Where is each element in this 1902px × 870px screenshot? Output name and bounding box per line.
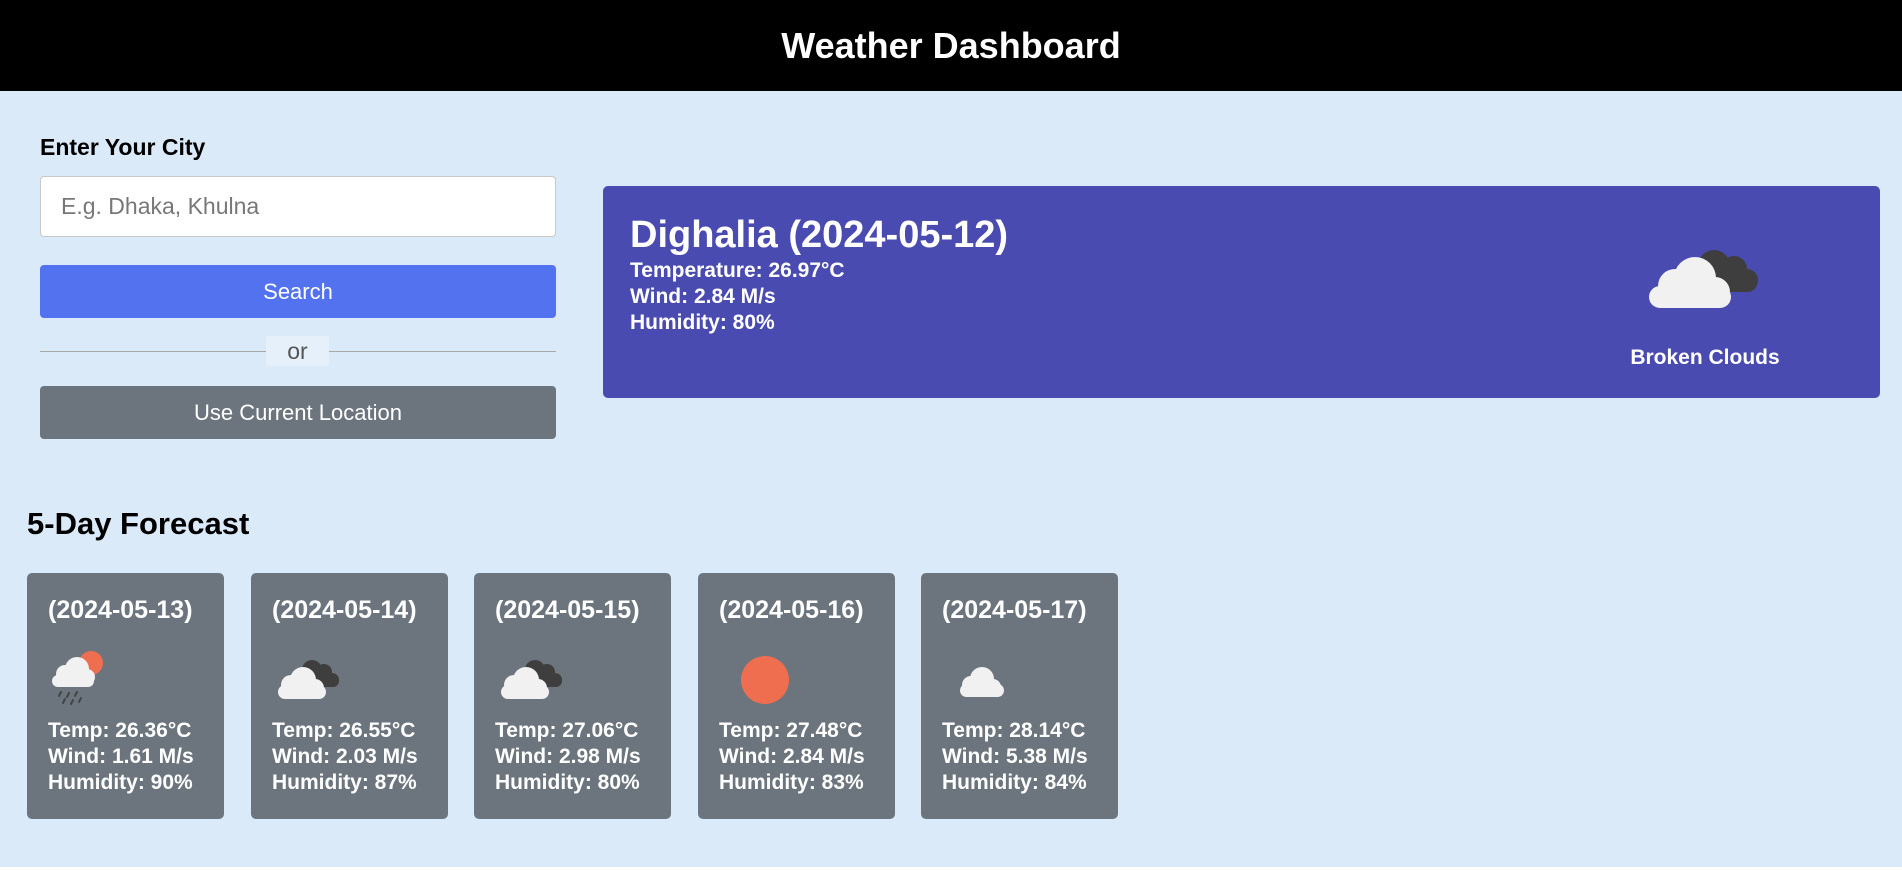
forecast-card: (2024-05-17) Temp: 28.14°C Wind: 5.38 M/…	[921, 573, 1118, 819]
broken-clouds-icon	[278, 660, 339, 699]
forecast-details: Temp: 27.06°C Wind: 2.98 M/s Humidity: 8…	[495, 718, 641, 796]
forecast-temp: Temp: 26.55°C	[272, 719, 416, 742]
or-separator: or	[266, 336, 329, 366]
forecast-card: (2024-05-16) Temp: 27.48°C Wind: 2.84 M/…	[698, 573, 895, 819]
forecast-details: Temp: 26.36°C Wind: 1.61 M/s Humidity: 9…	[48, 718, 194, 796]
forecast-details: Temp: 27.48°C Wind: 2.84 M/s Humidity: 8…	[719, 718, 865, 796]
forecast-humidity: Humidity: 87%	[272, 771, 417, 794]
forecast-title: 5-Day Forecast	[27, 506, 250, 541]
forecast-date: (2024-05-14)	[272, 596, 417, 624]
forecast-wind: Wind: 1.61 M/s	[48, 745, 194, 768]
use-current-location-button[interactable]: Use Current Location	[40, 386, 556, 439]
current-weather-description: Broken Clouds	[1630, 346, 1780, 369]
current-temperature: Temperature: 26.97°C	[630, 259, 845, 282]
current-humidity: Humidity: 80%	[630, 311, 775, 334]
current-wind: Wind: 2.84 M/s	[630, 285, 776, 308]
forecast-humidity: Humidity: 90%	[48, 771, 193, 794]
forecast-temp: Temp: 27.06°C	[495, 719, 639, 742]
clear-sun-icon	[741, 656, 789, 704]
forecast-wind: Wind: 2.84 M/s	[719, 745, 865, 768]
forecast-date: (2024-05-13)	[48, 596, 193, 624]
broken-clouds-icon	[501, 660, 562, 699]
rain-sun-icon	[52, 651, 103, 705]
forecast-date: (2024-05-17)	[942, 596, 1087, 624]
forecast-humidity: Humidity: 80%	[495, 771, 640, 794]
forecast-wind: Wind: 2.03 M/s	[272, 745, 418, 768]
forecast-wind: Wind: 5.38 M/s	[942, 745, 1088, 768]
divider-left	[40, 351, 266, 352]
few-clouds-icon	[960, 667, 1004, 697]
broken-clouds-icon	[1649, 250, 1758, 308]
forecast-card: (2024-05-14) Temp: 26.55°C Wind: 2.03 M/…	[251, 573, 448, 819]
forecast-details: Temp: 26.55°C Wind: 2.03 M/s Humidity: 8…	[272, 718, 418, 796]
current-weather-details: Temperature: 26.97°C Wind: 2.84 M/s Humi…	[630, 258, 845, 336]
forecast-temp: Temp: 28.14°C	[942, 719, 1086, 742]
forecast-wind: Wind: 2.98 M/s	[495, 745, 641, 768]
forecast-temp: Temp: 27.48°C	[719, 719, 863, 742]
forecast-date: (2024-05-15)	[495, 596, 640, 624]
current-weather-title: Dighalia (2024-05-12)	[630, 214, 1009, 256]
forecast-details: Temp: 28.14°C Wind: 5.38 M/s Humidity: 8…	[942, 718, 1088, 796]
page-title: Weather Dashboard	[781, 24, 1121, 66]
city-input-label: Enter Your City	[40, 134, 206, 160]
search-button[interactable]: Search	[40, 265, 556, 318]
current-weather-card: Dighalia (2024-05-12) Temperature: 26.97…	[603, 186, 1880, 398]
forecast-humidity: Humidity: 84%	[942, 771, 1087, 794]
divider-right	[329, 351, 556, 352]
forecast-card: (2024-05-13) Temp: 26.36°C Wind: 1.61 M/…	[27, 573, 224, 819]
forecast-temp: Temp: 26.36°C	[48, 719, 192, 742]
city-input[interactable]	[40, 176, 556, 237]
forecast-date: (2024-05-16)	[719, 596, 864, 624]
app-header: Weather Dashboard	[0, 0, 1902, 91]
forecast-card: (2024-05-15) Temp: 27.06°C Wind: 2.98 M/…	[474, 573, 671, 819]
forecast-humidity: Humidity: 83%	[719, 771, 864, 794]
